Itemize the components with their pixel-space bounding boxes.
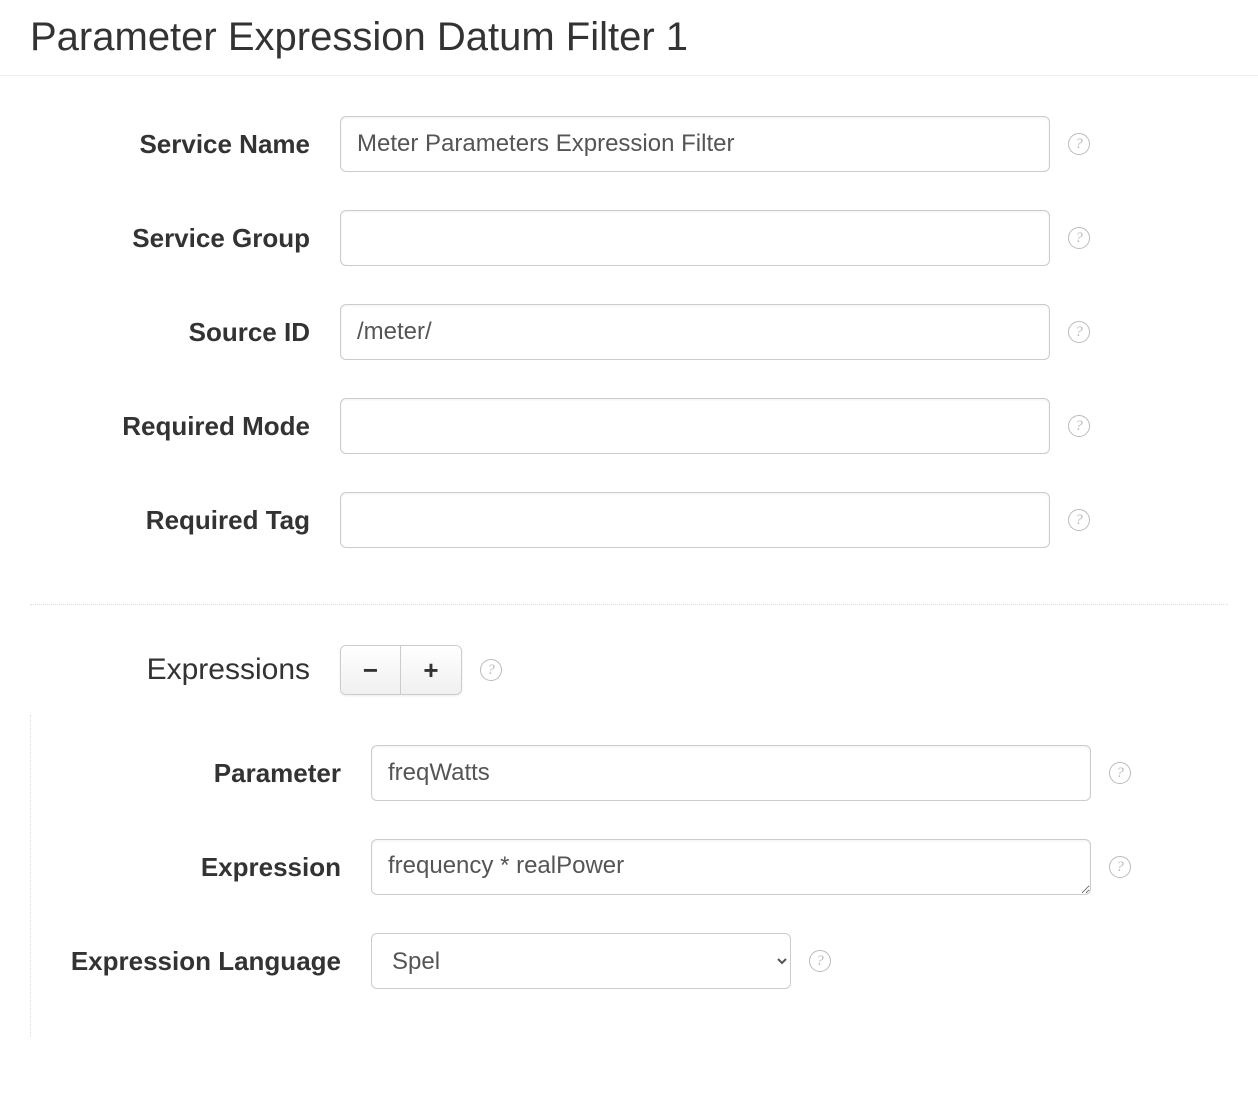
help-icon[interactable]: ? bbox=[1068, 321, 1090, 343]
help-icon[interactable]: ? bbox=[1109, 762, 1131, 784]
section-divider bbox=[30, 604, 1228, 605]
input-required-mode[interactable] bbox=[340, 398, 1050, 454]
input-required-tag[interactable] bbox=[340, 492, 1050, 548]
row-service-name: Service Name ? bbox=[30, 116, 1228, 172]
label-required-tag: Required Tag bbox=[30, 505, 340, 536]
input-parameter[interactable] bbox=[371, 745, 1091, 801]
page-title: Parameter Expression Datum Filter 1 bbox=[0, 0, 1258, 76]
help-icon[interactable]: ? bbox=[809, 950, 831, 972]
add-expression-button[interactable]: + bbox=[401, 646, 461, 694]
remove-expression-button[interactable]: − bbox=[341, 646, 401, 694]
row-expression-language: Expression Language Spel ? bbox=[31, 933, 1228, 989]
row-required-tag: Required Tag ? bbox=[30, 492, 1228, 548]
help-icon[interactable]: ? bbox=[1068, 227, 1090, 249]
label-service-name: Service Name bbox=[30, 129, 340, 160]
label-required-mode: Required Mode bbox=[30, 411, 340, 442]
help-icon[interactable]: ? bbox=[1068, 509, 1090, 531]
label-expression: Expression bbox=[31, 852, 371, 883]
row-source-id: Source ID ? bbox=[30, 304, 1228, 360]
row-required-mode: Required Mode ? bbox=[30, 398, 1228, 454]
help-icon[interactable]: ? bbox=[480, 659, 502, 681]
row-expression: Expression frequency * realPower ? bbox=[31, 839, 1228, 895]
input-source-id[interactable] bbox=[340, 304, 1050, 360]
help-icon[interactable]: ? bbox=[1068, 133, 1090, 155]
expressions-label: Expressions bbox=[30, 653, 340, 687]
input-service-group[interactable] bbox=[340, 210, 1050, 266]
main-form: Service Name ? Service Group ? Source ID… bbox=[0, 76, 1258, 596]
row-parameter: Parameter ? bbox=[31, 745, 1228, 801]
help-icon[interactable]: ? bbox=[1068, 415, 1090, 437]
expressions-btn-group: − + bbox=[340, 645, 462, 695]
select-expression-language[interactable]: Spel bbox=[371, 933, 791, 989]
label-source-id: Source ID bbox=[30, 317, 340, 348]
label-service-group: Service Group bbox=[30, 223, 340, 254]
textarea-expression[interactable]: frequency * realPower bbox=[371, 839, 1091, 895]
label-parameter: Parameter bbox=[31, 758, 371, 789]
expression-item: Parameter ? Expression frequency * realP… bbox=[30, 715, 1258, 1037]
label-expression-language: Expression Language bbox=[31, 946, 371, 977]
input-service-name[interactable] bbox=[340, 116, 1050, 172]
row-service-group: Service Group ? bbox=[30, 210, 1228, 266]
help-icon[interactable]: ? bbox=[1109, 856, 1131, 878]
expressions-header: Expressions − + ? bbox=[0, 615, 1258, 715]
